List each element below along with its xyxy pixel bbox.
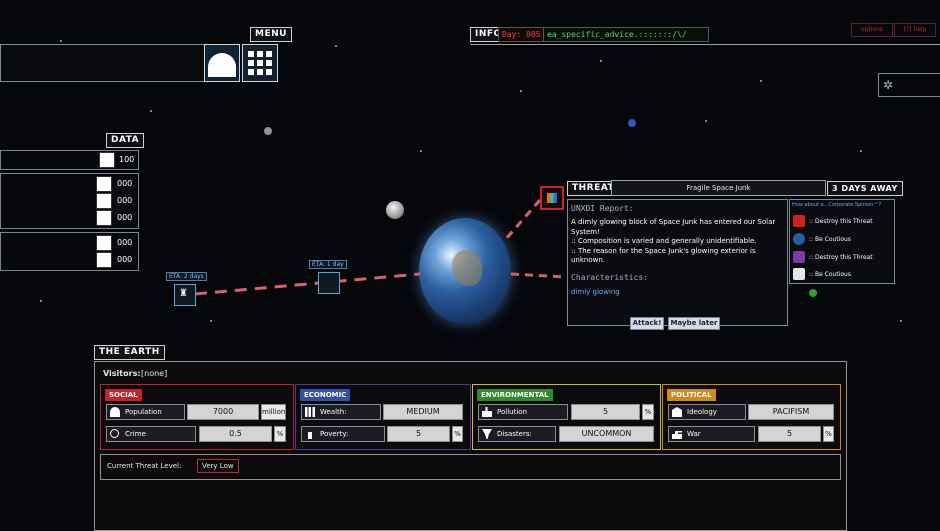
robot-icon: ♜ [179,288,188,299]
visitors-value: [none] [141,369,168,378]
report-title: UNXDI Report: [571,204,634,213]
dome-icon [208,53,236,77]
data-value-1: 100 [119,155,135,164]
advisor-option-3[interactable]: :: Destroy this Threat [809,254,873,261]
crime-value: 0.5 [199,426,272,442]
eta-label-1day: ETA: 1 day [309,260,347,269]
disasters-label: Disasters: [478,426,556,442]
population-value: 7000 [187,404,259,420]
threat-distance: 3 DAYS AWAY [827,181,903,196]
bar-chart-icon [305,407,315,417]
characteristics-title: Characteristics: [571,273,649,282]
p-logo-icon [793,215,805,227]
document-icon[interactable] [99,152,115,168]
grid-logo-icon [793,251,805,263]
advisor-option-1[interactable]: :: Destroy this Threat [809,218,873,225]
maybe-later-button[interactable]: Maybe later [668,317,720,330]
dome-button[interactable] [204,44,240,82]
low-bar-icon [308,432,312,439]
threat-level-label: Current Threat Level: [107,462,182,470]
advisor-title: How about a...Corporate Spinion™? [792,202,882,208]
day-counter: Day: 005 [498,27,545,42]
menu-bar [0,44,205,82]
tornado-icon [482,429,492,439]
stairs-icon[interactable] [96,193,112,209]
poverty-label: Poverty: [301,426,385,442]
war-unit: % [823,426,834,442]
data-value-3: 000 [117,196,133,205]
wealth-value: MEDIUM [383,404,463,420]
earth-label: THE EARTH [94,345,165,360]
characteristic-value: dimly glowing [571,288,620,296]
crime-label: Crime [106,426,196,442]
bot-icon[interactable] [96,235,112,251]
bars-logo-icon [793,268,805,280]
advisor-option-2[interactable]: :: Be Coutious [809,236,851,243]
grid-icon [248,51,272,75]
war-value: 5 [758,426,821,442]
population-label: Population [106,404,185,420]
building-icon [672,407,682,417]
globe-logo-icon [793,233,805,245]
advisor-option-4[interactable]: :: Be Coutious [809,271,851,278]
factory-icon [482,407,492,417]
handcuffs-icon [110,429,119,438]
advisor-panel: How about a...Corporate Spinion™? :: Des… [789,199,895,284]
attack-button[interactable]: Attack! [630,317,664,330]
ideology-value: PACIFISM [748,404,834,420]
data-value-4: 000 [117,213,133,222]
ufo-unit-2days[interactable]: ♜ [174,284,196,306]
report-body: A dimly glowing block of Space Junk has … [571,218,776,264]
poverty-unit: % [452,426,463,442]
tank-icon [672,431,682,439]
info-underline [470,44,940,45]
threat-level-value: Very Low [197,459,239,473]
wealth-label: Wealth: [301,404,381,420]
crosshair-icon: ✲ [883,78,894,92]
disasters-value: UNCOMMON [559,426,654,442]
advice-ticker: ea_specific_advice.:::::::/\/ [543,27,709,42]
pollution-value: 5 [571,404,640,420]
person-icon [110,407,120,417]
population-unit: million [261,404,286,420]
grid-button[interactable] [242,44,278,82]
help-button[interactable]: [?] help [894,23,936,37]
corner-icon[interactable] [96,210,112,226]
menu-label[interactable]: MENU [250,27,292,42]
options-button[interactable]: options [851,23,893,37]
threat-level-section: Current Threat Level: Very Low [100,454,841,480]
data-value-6: 000 [117,255,133,264]
war-label: War [668,426,755,442]
data-value-2: 000 [117,179,133,188]
ufo-unit-1day[interactable] [318,272,340,294]
target-widget[interactable]: ✲ [878,73,940,97]
visitors-label: Visitors: [103,369,141,378]
grid-icon[interactable] [96,176,112,192]
threat-name: Fragile Space Junk [611,180,826,196]
economic-title: ECONOMIC [300,389,351,401]
threat-report-panel: UNXDI Report: A dimly glowing block of S… [567,199,788,326]
political-title: POLITICAL [667,389,716,401]
eta-label-2days: ETA: 2 days [166,272,207,281]
environmental-title: ENVIRONMENTAL [477,389,553,401]
person-icon[interactable] [96,252,112,268]
space-junk-icon [547,193,557,203]
data-label: DATA [106,133,145,148]
pollution-unit: % [642,404,654,420]
pollution-label: Pollution [478,404,568,420]
poverty-value: 5 [387,426,450,442]
threat-marker[interactable] [540,186,564,210]
social-title: SOCIAL [105,389,142,401]
data-value-5: 000 [117,238,133,247]
crime-unit: % [274,426,286,442]
ideology-label: Ideology [668,404,746,420]
